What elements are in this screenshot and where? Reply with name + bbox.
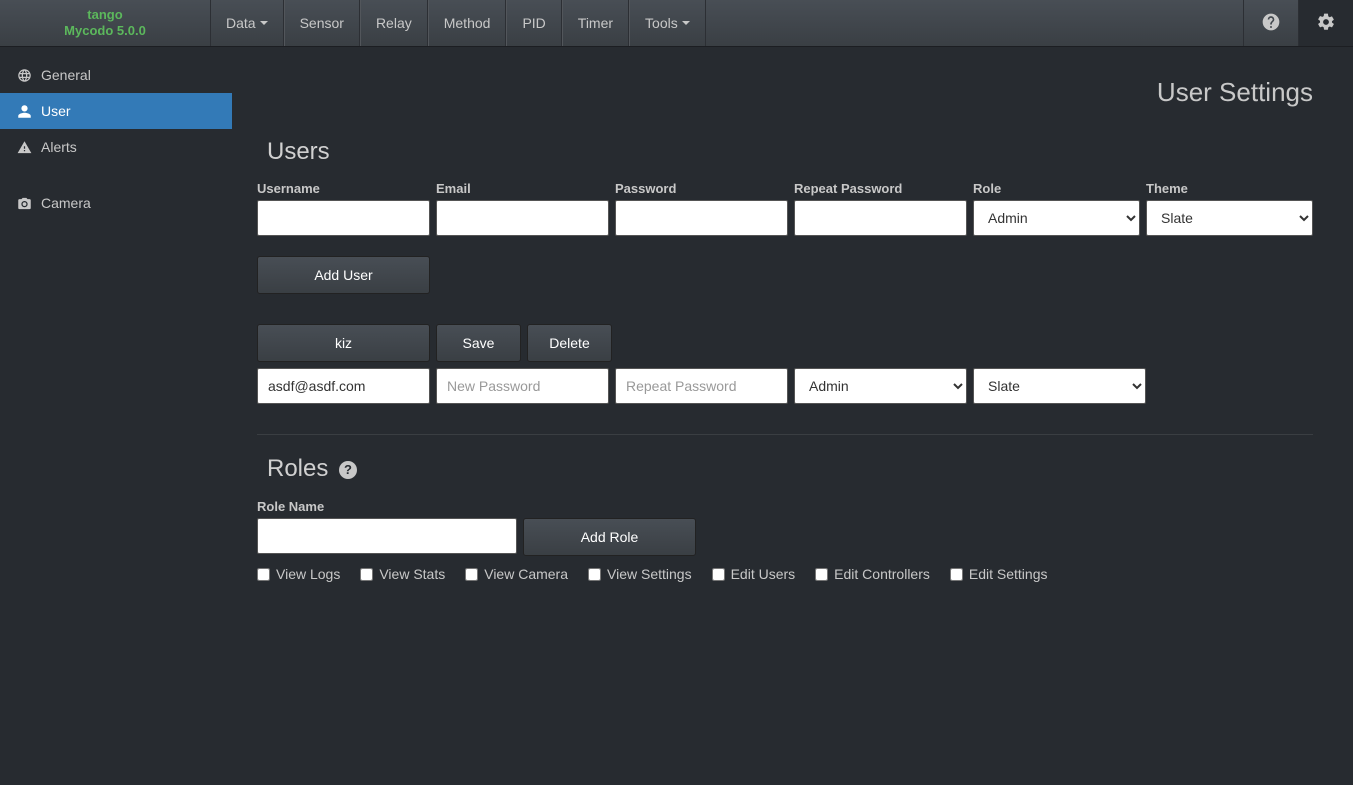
nav-right xyxy=(1243,0,1353,46)
help-button[interactable] xyxy=(1243,0,1298,46)
globe-icon xyxy=(15,68,33,83)
password-label: Password xyxy=(615,181,788,196)
nav-items: Data Sensor Relay Method PID Timer Tools xyxy=(210,0,706,46)
nav-label: Sensor xyxy=(300,15,344,31)
sidebar: General User Alerts Camera xyxy=(0,47,232,785)
sidebar-item-user[interactable]: User xyxy=(0,93,232,129)
repeat-password-input[interactable] xyxy=(794,200,967,236)
page-title: User Settings xyxy=(257,77,1313,108)
content: User Settings Users Username Email Passw… xyxy=(232,47,1353,785)
existing-user-fields: Admin Slate xyxy=(257,368,1313,404)
roles-heading: Roles ? xyxy=(267,455,1313,483)
chevron-down-icon xyxy=(682,21,690,25)
nav-label: Timer xyxy=(578,15,613,31)
nav-relay[interactable]: Relay xyxy=(360,0,428,46)
save-button[interactable]: Save xyxy=(436,324,521,362)
perm-label: Edit Settings xyxy=(969,566,1048,582)
nav-label: Tools xyxy=(645,15,678,31)
add-user-button[interactable]: Add User xyxy=(257,256,430,294)
username-label: Username xyxy=(257,181,430,196)
sidebar-item-label: General xyxy=(41,67,91,83)
help-icon xyxy=(1261,12,1281,35)
roles-heading-text: Roles xyxy=(267,455,328,482)
brand-host: tango xyxy=(87,7,122,23)
perm-label: View Logs xyxy=(276,566,340,582)
warning-icon xyxy=(15,140,33,155)
delete-button[interactable]: Delete xyxy=(527,324,612,362)
perm-checkbox[interactable] xyxy=(360,568,373,581)
perm-label: Edit Controllers xyxy=(834,566,930,582)
nav-sensor[interactable]: Sensor xyxy=(284,0,360,46)
brand-app: Mycodo 5.0.0 xyxy=(64,23,146,39)
theme-select[interactable]: Slate xyxy=(1146,200,1313,236)
theme-label: Theme xyxy=(1146,181,1313,196)
role-name-label: Role Name xyxy=(257,499,517,514)
new-user-row: Username Email Password Repeat Password … xyxy=(257,181,1313,236)
perm-label: View Stats xyxy=(379,566,445,582)
camera-icon xyxy=(15,196,33,211)
sidebar-item-label: User xyxy=(41,103,71,119)
users-heading: Users xyxy=(267,138,1313,166)
perm-edit-settings[interactable]: Edit Settings xyxy=(950,566,1048,582)
existing-theme-select[interactable]: Slate xyxy=(973,368,1146,404)
perm-view-stats[interactable]: View Stats xyxy=(360,566,445,582)
role-label: Role xyxy=(973,181,1140,196)
sidebar-item-label: Alerts xyxy=(41,139,77,155)
role-permissions: View Logs View Stats View Camera View Se… xyxy=(257,566,1313,582)
sidebar-item-alerts[interactable]: Alerts xyxy=(0,129,232,165)
sidebar-spacer xyxy=(0,165,232,185)
perm-checkbox[interactable] xyxy=(950,568,963,581)
brand: tango Mycodo 5.0.0 xyxy=(0,0,210,46)
perm-checkbox[interactable] xyxy=(465,568,478,581)
nav-label: Relay xyxy=(376,15,412,31)
nav-method[interactable]: Method xyxy=(428,0,507,46)
email-label: Email xyxy=(436,181,609,196)
nav-timer[interactable]: Timer xyxy=(562,0,629,46)
perm-label: Edit Users xyxy=(731,566,796,582)
email-input[interactable] xyxy=(436,200,609,236)
sidebar-item-label: Camera xyxy=(41,195,91,211)
role-name-input[interactable] xyxy=(257,518,517,554)
existing-new-password-input[interactable] xyxy=(436,368,609,404)
settings-button[interactable] xyxy=(1298,0,1353,46)
perm-edit-users[interactable]: Edit Users xyxy=(712,566,796,582)
nav-pid[interactable]: PID xyxy=(506,0,561,46)
password-input[interactable] xyxy=(615,200,788,236)
nav-data[interactable]: Data xyxy=(210,0,284,46)
existing-email-input[interactable] xyxy=(257,368,430,404)
nav-tools[interactable]: Tools xyxy=(629,0,706,46)
username-input[interactable] xyxy=(257,200,430,236)
perm-label: View Camera xyxy=(484,566,568,582)
perm-checkbox[interactable] xyxy=(257,568,270,581)
nav-label: Data xyxy=(226,15,256,31)
perm-edit-controllers[interactable]: Edit Controllers xyxy=(815,566,930,582)
existing-role-select[interactable]: Admin xyxy=(794,368,967,404)
chevron-down-icon xyxy=(260,21,268,25)
perm-checkbox[interactable] xyxy=(712,568,725,581)
sidebar-item-camera[interactable]: Camera xyxy=(0,185,232,221)
perm-view-logs[interactable]: View Logs xyxy=(257,566,340,582)
gear-icon xyxy=(1316,12,1336,35)
perm-view-settings[interactable]: View Settings xyxy=(588,566,692,582)
existing-user-actions: kiz Save Delete xyxy=(257,324,1313,362)
nav-label: PID xyxy=(522,15,545,31)
nav-label: Method xyxy=(444,15,491,31)
perm-label: View Settings xyxy=(607,566,692,582)
perm-checkbox[interactable] xyxy=(588,568,601,581)
existing-username: kiz xyxy=(257,324,430,362)
user-icon xyxy=(15,104,33,119)
section-divider xyxy=(257,434,1313,435)
add-role-row: Add Role xyxy=(257,518,1313,556)
role-select[interactable]: Admin xyxy=(973,200,1140,236)
help-icon[interactable]: ? xyxy=(339,461,357,479)
top-navbar: tango Mycodo 5.0.0 Data Sensor Relay Met… xyxy=(0,0,1353,47)
existing-repeat-password-input[interactable] xyxy=(615,368,788,404)
add-role-button[interactable]: Add Role xyxy=(523,518,696,556)
sidebar-item-general[interactable]: General xyxy=(0,57,232,93)
repeat-password-label: Repeat Password xyxy=(794,181,967,196)
perm-checkbox[interactable] xyxy=(815,568,828,581)
perm-view-camera[interactable]: View Camera xyxy=(465,566,568,582)
main: General User Alerts Camera User Settings… xyxy=(0,47,1353,785)
